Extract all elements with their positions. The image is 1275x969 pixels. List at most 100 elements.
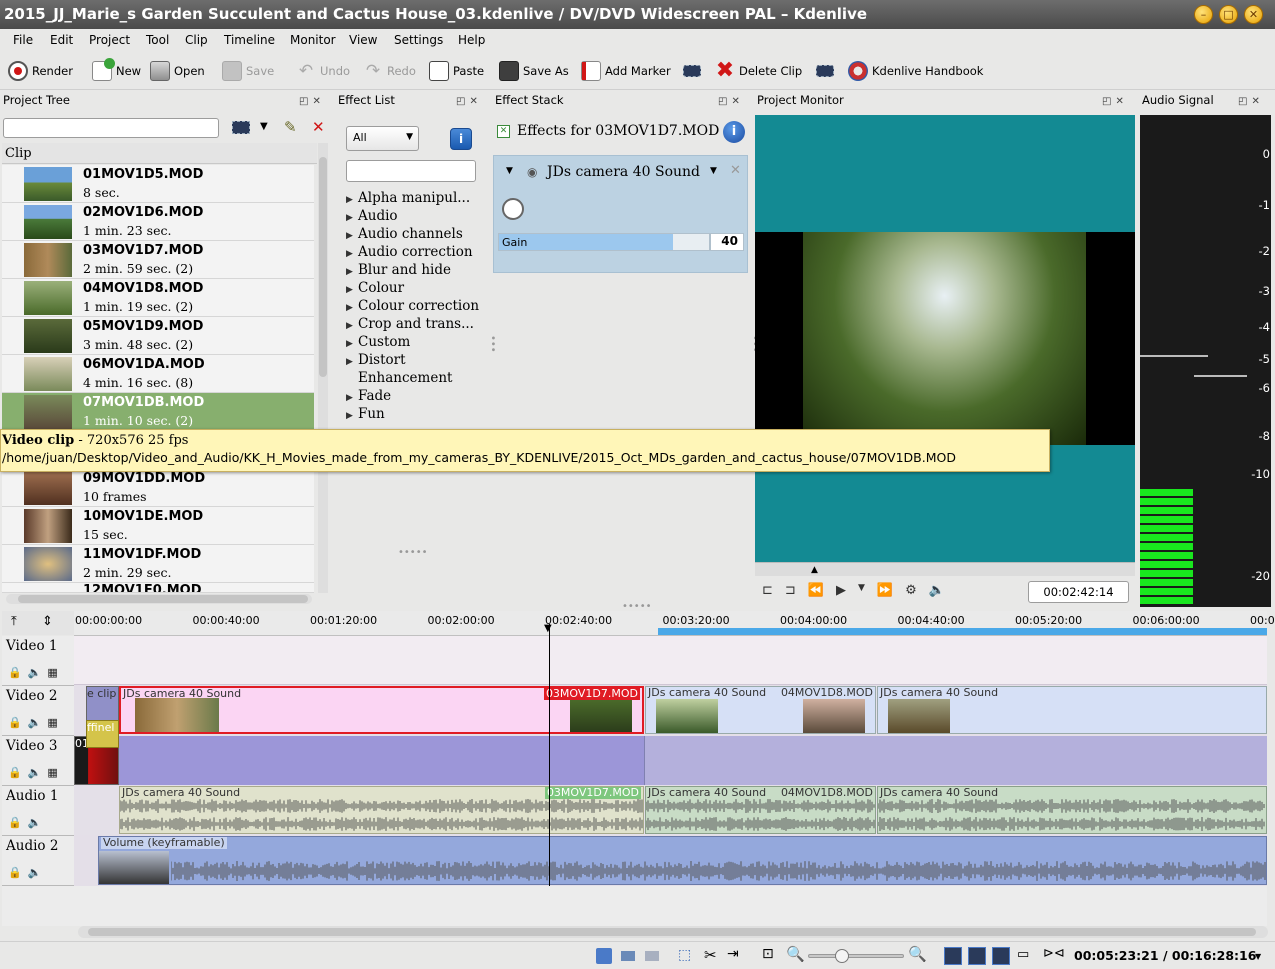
render-button[interactable]: Render: [8, 58, 73, 84]
delete-clip-button[interactable]: ✖ Delete Clip: [715, 58, 802, 84]
playhead-marker-icon[interactable]: ▲: [811, 565, 818, 575]
effect-category[interactable]: ▶ Alpha manipul...: [346, 190, 470, 206]
eye-icon[interactable]: ◉: [527, 165, 537, 179]
effect-category[interactable]: ▶ Audio: [346, 208, 398, 224]
save-as-button[interactable]: Save As: [499, 58, 569, 84]
close-icon[interactable]: ✕: [730, 163, 741, 178]
paste-button[interactable]: Paste: [429, 58, 484, 84]
list-item[interactable]: 03MOV1D7.MOD 2 min. 59 sec. (2): [2, 241, 314, 279]
insert-mode-icon[interactable]: [645, 951, 659, 961]
project-tree-hscrollbar[interactable]: [6, 594, 312, 604]
expand-arrow-icon[interactable]: ▶: [346, 303, 358, 313]
play-options-icon[interactable]: ▼: [858, 583, 865, 598]
monitor-dock-buttons[interactable]: ◰✕: [1102, 96, 1128, 107]
enable-effects-checkbox[interactable]: ✕: [497, 125, 510, 138]
monitor-screen[interactable]: [755, 115, 1135, 562]
zoom-fit-icon[interactable]: ⤒: [11, 614, 17, 629]
effect-category[interactable]: Enhancement: [346, 370, 452, 386]
timeline-audio-clip[interactable]: Volume (keyframable): [98, 836, 1267, 885]
effect-category[interactable]: ▶ Colour correction: [346, 298, 479, 314]
track-icons[interactable]: 🔒🔈▦: [8, 716, 64, 729]
expand-arrow-icon[interactable]: ▶: [346, 393, 358, 403]
list-item[interactable]: 02MOV1D6.MOD 1 min. 23 sec.: [2, 203, 314, 241]
menu-project[interactable]: Project: [89, 33, 130, 47]
filmstrip-button-2[interactable]: [816, 58, 834, 84]
menu-file[interactable]: File: [13, 33, 33, 47]
menu-clip[interactable]: Clip: [185, 33, 208, 47]
menu-view[interactable]: View: [349, 33, 377, 47]
effect-category[interactable]: ▶ Fun: [346, 406, 385, 422]
undo-button[interactable]: ↶ Undo: [296, 58, 350, 84]
timeline-clip-selected[interactable]: JDs camera 40 Sound 03MOV1D7.MOD: [119, 686, 644, 734]
audio-signal-dock-buttons[interactable]: ◰✕: [1238, 96, 1264, 107]
effect-menu-icon[interactable]: ▼: [710, 166, 717, 176]
snap-icon[interactable]: ⊳⊲: [1043, 946, 1065, 961]
menu-tool[interactable]: Tool: [146, 33, 169, 47]
list-item[interactable]: 05MOV1D9.MOD 3 min. 48 sec. (2): [2, 317, 314, 355]
select-tool-icon[interactable]: [596, 948, 612, 964]
list-item[interactable]: 12MOV1E0.MOD: [2, 583, 314, 593]
track-header-video-3[interactable]: Video 3 🔒🔈▦: [2, 736, 74, 786]
track-header-audio-1[interactable]: Audio 1 🔒🔈: [2, 786, 74, 836]
menu-timeline[interactable]: Timeline: [224, 33, 275, 47]
menu-settings[interactable]: Settings: [394, 33, 443, 47]
open-button[interactable]: Open: [150, 58, 205, 84]
timeline-audio-clip[interactable]: JDs camera 40 Sound 04MOV1D8.MOD: [645, 786, 876, 834]
project-tree-scrollbar[interactable]: [318, 143, 328, 593]
effect-search-input[interactable]: [346, 160, 476, 182]
volume-icon[interactable]: 🔈: [929, 583, 945, 598]
new-button[interactable]: New: [92, 58, 141, 84]
project-tree-dock-buttons[interactable]: ◰✕: [299, 96, 325, 107]
list-item-selected[interactable]: 07MOV1DB.MOD 1 min. 10 sec. (2): [2, 393, 314, 431]
list-item[interactable]: 11MOV1DF.MOD 2 min. 29 sec.: [2, 545, 314, 583]
edit-clip-icon[interactable]: ✎: [284, 118, 297, 136]
monitor-settings-icon[interactable]: ⚙: [905, 583, 917, 598]
fit-zoom-icon[interactable]: ⊡: [762, 946, 774, 962]
zoom-slider[interactable]: [808, 949, 904, 963]
effect-category[interactable]: ▶ Custom: [346, 334, 410, 350]
effect-category[interactable]: ▶ Crop and trans...: [346, 316, 474, 332]
effect-stack-dock-buttons[interactable]: ◰✕: [718, 96, 744, 107]
timeline-transition[interactable]: [119, 736, 645, 785]
spacer-tool-icon[interactable]: ⇥: [727, 946, 739, 962]
collapse-arrow-icon[interactable]: ▼: [506, 166, 513, 176]
list-item[interactable]: 04MOV1D8.MOD 1 min. 19 sec. (2): [2, 279, 314, 317]
audio-thumbnails-icon[interactable]: [968, 947, 986, 965]
expand-arrow-icon[interactable]: ▶: [346, 231, 358, 241]
redo-button[interactable]: ↷ Redo: [363, 58, 416, 84]
timeline-playhead[interactable]: [549, 624, 550, 886]
timeline-clip[interactable]: JDs camera 40 Sound: [877, 686, 1267, 734]
pointer-tool-icon[interactable]: ⬚: [678, 947, 691, 963]
expand-arrow-icon[interactable]: ▶: [346, 213, 358, 223]
chevron-down-icon[interactable]: ▼: [1255, 952, 1261, 961]
save-button[interactable]: Save: [222, 58, 274, 84]
list-item[interactable]: 09MOV1DD.MOD 10 frames: [2, 469, 314, 507]
menu-edit[interactable]: Edit: [50, 33, 73, 47]
effect-category[interactable]: ▶ Audio channels: [346, 226, 463, 242]
zoom-out-icon[interactable]: 🔍: [786, 945, 805, 963]
effect-category[interactable]: ▶ Blur and hide: [346, 262, 451, 278]
chevron-down-icon[interactable]: ▼: [260, 121, 268, 132]
timeline-clip[interactable]: JDs camera 40 Sound 04MOV1D8.MOD: [645, 686, 876, 734]
effect-filter-dropdown[interactable]: All ▼: [346, 126, 419, 151]
menu-help[interactable]: Help: [458, 33, 485, 47]
filmstrip-button[interactable]: [683, 58, 701, 84]
menu-monitor[interactable]: Monitor: [290, 33, 336, 47]
gain-slider[interactable]: Gain: [498, 233, 710, 251]
playhead-marker-icon[interactable]: ▼: [544, 623, 552, 634]
monitor-icon[interactable]: ▭: [1017, 947, 1029, 962]
razor-tool-icon[interactable]: ✂: [704, 946, 717, 964]
expand-arrow-icon[interactable]: ▶: [346, 321, 358, 331]
zoom-slider-handle[interactable]: [835, 949, 849, 963]
add-marker-button[interactable]: Add Marker: [581, 58, 671, 84]
minimize-button[interactable]: –: [1194, 5, 1213, 24]
timer-icon[interactable]: [502, 198, 524, 220]
project-search-input[interactable]: [3, 118, 219, 138]
track-icons[interactable]: 🔒🔈: [8, 866, 47, 879]
markers-icon[interactable]: [992, 947, 1010, 965]
maximize-button[interactable]: □: [1219, 5, 1238, 24]
track-video-1[interactable]: [74, 636, 1267, 685]
timeline-composite[interactable]: ffinel: [86, 720, 119, 748]
expand-arrow-icon[interactable]: ▶: [346, 195, 358, 205]
monitor-timecode-field[interactable]: 00:02:42:14: [1028, 581, 1129, 603]
